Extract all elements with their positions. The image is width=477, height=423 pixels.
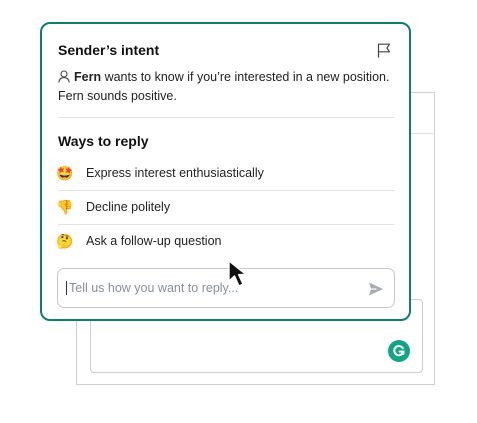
send-icon[interactable] xyxy=(368,281,384,297)
reply-option-enthusiastic[interactable]: 🤩 Express interest enthusiastically xyxy=(54,156,395,189)
reply-option-follow-up[interactable]: 🤔 Ask a follow-up question xyxy=(54,224,395,257)
thinking-face-emoji-icon: 🤔 xyxy=(56,232,74,249)
star-struck-emoji-icon: 🤩 xyxy=(56,164,74,181)
reply-option-label: Ask a follow-up question xyxy=(86,233,222,248)
reply-prompt-box[interactable] xyxy=(57,268,395,308)
thumbs-down-emoji-icon: 👎 xyxy=(56,198,74,215)
reply-prompt-input[interactable] xyxy=(66,281,359,295)
reply-option-label: Decline politely xyxy=(86,199,171,214)
sender-name: Fern xyxy=(74,70,102,84)
section-divider xyxy=(58,117,394,118)
reply-assistant-card: Sender’s intent Fern wants to know if yo… xyxy=(40,22,411,321)
intent-summary: Fern wants to know if you’re interested … xyxy=(58,68,398,106)
flag-icon[interactable] xyxy=(377,43,391,58)
mouse-cursor-icon xyxy=(228,260,247,287)
reply-option-label: Express interest enthusiastically xyxy=(86,165,264,180)
senders-intent-heading: Sender’s intent xyxy=(58,42,160,58)
reply-option-decline[interactable]: 👎 Decline politely xyxy=(54,190,395,223)
intent-text: wants to know if you’re interested in a … xyxy=(58,70,390,103)
ways-to-reply-heading: Ways to reply xyxy=(58,133,149,149)
person-icon xyxy=(58,70,70,83)
grammarly-logo-icon[interactable] xyxy=(388,340,410,362)
